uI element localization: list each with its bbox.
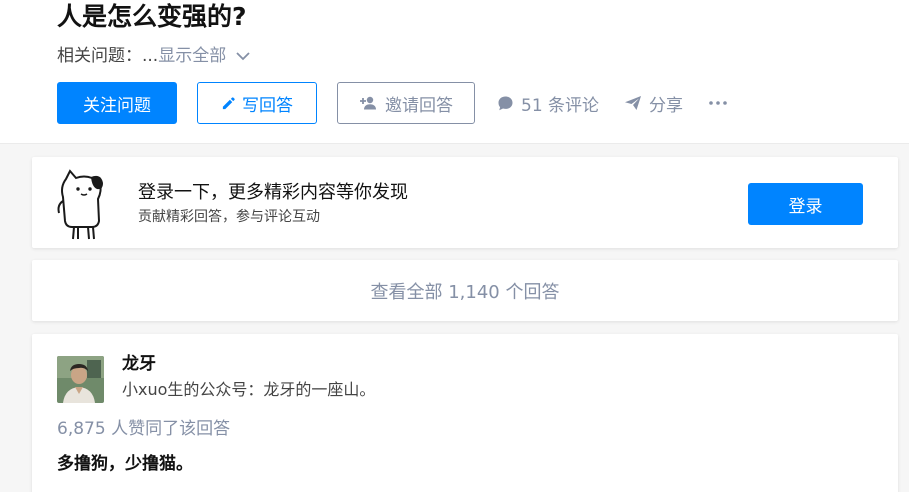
avatar[interactable] [57,356,104,403]
invite-answer-button[interactable]: 邀请回答 [337,82,475,124]
vote-count: 6,875 人赞同了该回答 [57,419,231,439]
follow-question-button[interactable]: 关注问题 [57,82,177,124]
add-user-icon [360,96,376,110]
question-header: 人是怎么变强的? 相关问题：... 显示全部 关注问题 写回答 邀请回答 51 … [0,0,909,144]
write-answer-label: 写回答 [242,95,293,116]
view-all-answers-card[interactable]: 查看全部 1,140 个回答 [32,260,898,321]
invite-answer-label: 邀请回答 [385,95,453,116]
related-label: 相关问题：... [57,46,159,66]
author-name[interactable]: 龙牙 [122,352,156,376]
comments-button[interactable]: 51 条评论 [497,91,599,116]
write-answer-button[interactable]: 写回答 [197,82,317,124]
question-title: 人是怎么变强的? [57,2,247,31]
show-all-link[interactable]: 显示全部 [158,44,226,68]
author-bio: 小xuo生的公众号：龙牙的一座山。 [122,380,376,399]
dog-mascot-icon [57,169,103,240]
share-button[interactable]: 分享 [624,91,683,116]
related-questions: 相关问题：... 显示全部 [57,44,250,68]
share-label: 分享 [649,95,684,116]
answer-content: 多撸狗，少撸猫。 [57,454,193,474]
comments-count: 51 条评论 [521,95,600,116]
pencil-icon [222,96,235,109]
login-button[interactable]: 登录 [748,183,863,225]
answer-card: 龙牙 小xuo生的公众号：龙牙的一座山。 6,875 人赞同了该回答 多撸狗，少… [32,334,898,492]
login-banner: 登录一下，更多精彩内容等你发现 贡献精彩回答，参与评论互动 登录 [32,157,898,248]
login-prompt-title: 登录一下，更多精彩内容等你发现 [138,182,408,203]
paper-plane-icon [625,96,642,110]
view-all-answers-link[interactable]: 查看全部 1,140 个回答 [371,278,560,304]
question-actions: 关注问题 写回答 邀请回答 51 条评论 分享 [57,82,734,124]
login-prompt-subtitle: 贡献精彩回答，参与评论互动 [138,209,320,225]
more-dots-icon [709,101,727,105]
comment-icon [498,96,513,110]
chevron-down-icon[interactable] [236,51,250,61]
more-options-button[interactable] [709,101,734,105]
